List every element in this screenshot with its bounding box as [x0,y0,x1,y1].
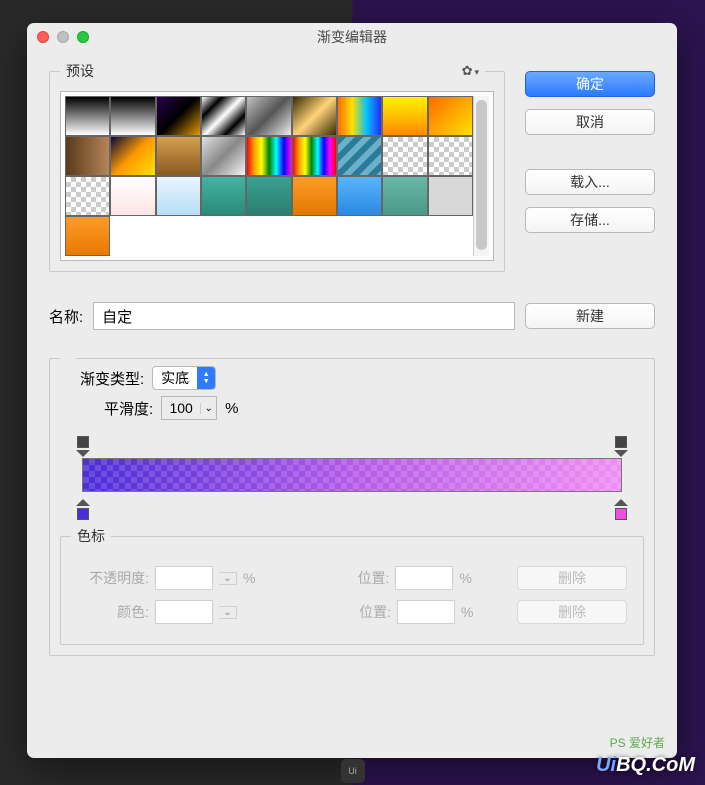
smoothness-label: 平滑度: [104,398,153,419]
chevron-down-icon: ⌄ [219,572,237,585]
gradient-type-label: 渐变类型: [80,368,144,389]
opacity-stop-left[interactable] [76,438,90,456]
preset-swatch[interactable] [337,96,382,136]
smoothness-unit: % [225,400,238,417]
preset-swatch[interactable] [246,96,291,136]
ui-cn-icon: Ui [341,759,365,783]
preset-swatch[interactable] [201,136,246,176]
preset-swatch[interactable] [382,176,427,216]
color-stop-right[interactable] [614,500,628,518]
preset-swatch[interactable] [337,136,382,176]
gradient-settings-group: . 渐变类型: 实底 ▲▼ 平滑度: 100 ⌄ % [49,350,655,656]
gradient-editor-dialog: 渐变编辑器 预设 ✿ 确定 取消 载入... [27,23,677,758]
new-button[interactable]: 新建 [525,303,655,329]
preset-swatch[interactable] [292,96,337,136]
position-unit: % [459,570,471,586]
preset-swatch[interactable] [65,136,110,176]
chevron-down-icon: ⌄ [200,403,216,414]
name-input[interactable] [93,302,515,330]
opacity-stop-right[interactable] [614,438,628,456]
delete-color-stop-button: 删除 [517,600,627,624]
opacity-field [155,566,213,590]
stops-legend: 色标 [71,526,111,546]
gear-icon[interactable]: ✿ [462,63,479,79]
preset-swatch[interactable] [156,176,201,216]
preset-swatch[interactable] [156,96,201,136]
gradient-preview [82,458,622,492]
preset-swatch[interactable] [292,136,337,176]
ok-button[interactable]: 确定 [525,71,655,97]
preset-swatch[interactable] [382,96,427,136]
preset-swatch[interactable] [201,176,246,216]
watermark-small: PS 爱好者 [610,734,665,751]
cancel-button[interactable]: 取消 [525,109,655,135]
preset-swatch[interactable] [246,136,291,176]
presets-label: 预设 [60,61,100,81]
preset-swatch[interactable] [110,176,155,216]
position-label: 位置: [317,568,389,588]
chevron-updown-icon: ▲▼ [197,367,215,389]
preset-swatch[interactable] [428,136,473,176]
opacity-unit: % [243,570,255,586]
preset-swatch[interactable] [201,96,246,136]
preset-swatch[interactable] [292,176,337,216]
scrollbar[interactable] [473,96,489,256]
gradient-ramp[interactable] [72,438,632,518]
name-label: 名称: [49,306,83,327]
preset-swatch[interactable] [65,96,110,136]
opacity-position-field [395,566,453,590]
color-label: 颜色: [77,602,149,622]
preset-swatch[interactable] [428,96,473,136]
preset-swatch[interactable] [246,176,291,216]
color-stops-group: 色标 不透明度: ⌄ % 位置: % 删除 颜色: ⌄ [60,526,644,645]
titlebar: 渐变编辑器 [27,23,677,51]
preset-swatch[interactable] [428,176,473,216]
position-label: 位置: [319,602,391,622]
preset-swatch[interactable] [337,176,382,216]
load-button[interactable]: 载入... [525,169,655,195]
color-field [155,600,213,624]
delete-opacity-stop-button: 删除 [517,566,627,590]
position-unit: % [461,604,473,620]
preset-swatch[interactable] [110,136,155,176]
watermark: UiBQ.CoM [596,754,695,777]
smoothness-input[interactable]: 100 ⌄ [161,396,217,420]
preset-swatch[interactable] [65,176,110,216]
presets-group: 预设 ✿ [49,61,505,272]
save-button[interactable]: 存储... [525,207,655,233]
preset-swatch[interactable] [65,216,110,256]
preset-swatch[interactable] [156,136,201,176]
window-title: 渐变编辑器 [27,27,677,47]
color-position-field [397,600,455,624]
opacity-label: 不透明度: [77,568,149,588]
color-stop-left[interactable] [76,500,90,518]
chevron-down-icon: ⌄ [219,606,237,619]
gradient-type-select[interactable]: 实底 ▲▼ [152,366,216,390]
preset-list [60,91,494,261]
preset-swatch[interactable] [382,136,427,176]
preset-swatch[interactable] [110,96,155,136]
